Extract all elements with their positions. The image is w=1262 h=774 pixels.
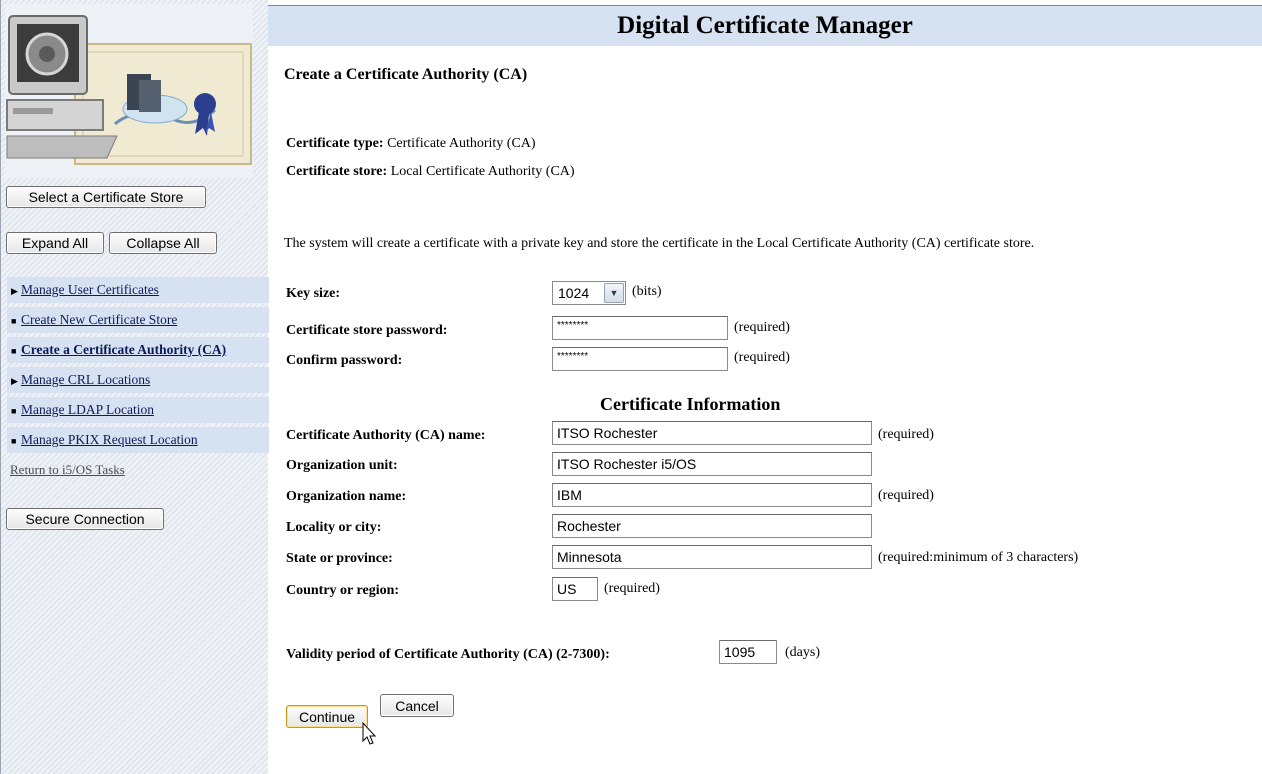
continue-button[interactable]: Continue xyxy=(286,705,368,728)
cancel-button[interactable]: Cancel xyxy=(380,694,454,717)
description-text: The system will create a certificate wit… xyxy=(284,236,1035,251)
state-note: (required:minimum of 3 characters) xyxy=(878,550,1079,565)
validity-field[interactable]: 1095 xyxy=(719,640,777,664)
store-password-field[interactable]: ******** xyxy=(552,316,728,340)
nav-label: Create New Certificate Store xyxy=(21,312,178,327)
org-unit-field[interactable]: ITSO Rochester i5/OS xyxy=(552,452,872,476)
confirm-password-note: (required) xyxy=(734,350,790,365)
key-size-select[interactable]: 1024 ▼ xyxy=(552,281,626,305)
collapse-all-button[interactable]: Collapse All xyxy=(109,232,217,254)
nav-label: Manage PKIX Request Location xyxy=(21,432,198,447)
country-note: (required) xyxy=(604,581,660,596)
certificate-type-row: Certificate type: Certificate Authority … xyxy=(286,136,536,152)
org-name-field[interactable]: IBM xyxy=(552,483,872,507)
key-size-label: Key size: xyxy=(286,286,341,301)
bullet-icon: ■ xyxy=(11,406,17,416)
state-label: State or province: xyxy=(286,551,393,566)
sidebar: Select a Certificate Store Expand All Co… xyxy=(0,0,269,774)
expand-arrow-icon: ▶ xyxy=(11,376,18,386)
select-certificate-store-button[interactable]: Select a Certificate Store xyxy=(6,186,206,208)
bullet-icon: ■ xyxy=(11,346,17,356)
locality-field[interactable]: Rochester xyxy=(552,514,872,538)
return-to-tasks-link[interactable]: Return to i5/OS Tasks xyxy=(7,458,269,482)
confirm-password-field[interactable]: ******** xyxy=(552,347,728,371)
locality-label: Locality or city: xyxy=(286,520,382,535)
secure-connection-button[interactable]: Secure Connection xyxy=(6,508,164,530)
nav-label: Manage LDAP Location xyxy=(21,402,154,417)
nav-label: Manage CRL Locations xyxy=(21,372,151,387)
mouse-cursor-icon xyxy=(362,722,377,745)
certificate-store-label: Certificate store: xyxy=(286,164,388,179)
nav-manage-pkix-request-location[interactable]: ■ Manage PKIX Request Location xyxy=(7,427,269,453)
ca-name-field[interactable]: ITSO Rochester xyxy=(552,421,872,445)
key-size-value: 1024 xyxy=(558,285,590,301)
confirm-password-label: Confirm password: xyxy=(286,353,403,368)
nav-create-certificate-authority[interactable]: ■ Create a Certificate Authority (CA) xyxy=(7,337,269,363)
nav-label: Create a Certificate Authority (CA) xyxy=(21,342,227,357)
validity-unit: (days) xyxy=(785,645,820,660)
store-password-label: Certificate store password: xyxy=(286,323,448,338)
nav-manage-ldap-location[interactable]: ■ Manage LDAP Location xyxy=(7,397,269,423)
nav-manage-user-certificates[interactable]: ▶ Manage User Certificates xyxy=(7,277,269,303)
bullet-icon: ■ xyxy=(11,316,17,326)
certificate-store-value: Local Certificate Authority (CA) xyxy=(390,164,575,179)
bullet-icon: ■ xyxy=(11,436,17,446)
store-password-note: (required) xyxy=(734,320,790,335)
country-field[interactable]: US xyxy=(552,577,598,601)
certificate-type-label: Certificate type: xyxy=(286,136,384,151)
ca-name-note: (required) xyxy=(878,427,934,442)
certificate-information-heading: Certificate Information xyxy=(600,394,781,414)
org-name-note: (required) xyxy=(878,488,934,503)
state-field[interactable]: Minnesota xyxy=(552,545,872,569)
page-title: Create a Certificate Authority (CA) xyxy=(284,66,528,83)
expand-all-button[interactable]: Expand All xyxy=(6,232,104,254)
expand-arrow-icon: ▶ xyxy=(11,286,18,296)
page-header-title: Digital Certificate Manager xyxy=(268,5,1262,46)
ca-name-label: Certificate Authority (CA) name: xyxy=(286,428,486,443)
org-unit-label: Organization unit: xyxy=(286,458,398,473)
certificate-type-value: Certificate Authority (CA) xyxy=(387,136,536,151)
nav-label: Manage User Certificates xyxy=(21,282,159,297)
nav-manage-crl-locations[interactable]: ▶ Manage CRL Locations xyxy=(7,367,269,393)
key-size-unit: (bits) xyxy=(632,284,662,299)
country-label: Country or region: xyxy=(286,583,400,598)
org-name-label: Organization name: xyxy=(286,489,407,504)
digital-certificate-logo xyxy=(5,4,253,178)
chevron-down-icon[interactable]: ▼ xyxy=(604,283,624,303)
validity-label: Validity period of Certificate Authority… xyxy=(286,647,610,662)
nav-create-new-certificate-store[interactable]: ■ Create New Certificate Store xyxy=(7,307,269,333)
certificate-store-row: Certificate store: Local Certificate Aut… xyxy=(286,164,575,180)
